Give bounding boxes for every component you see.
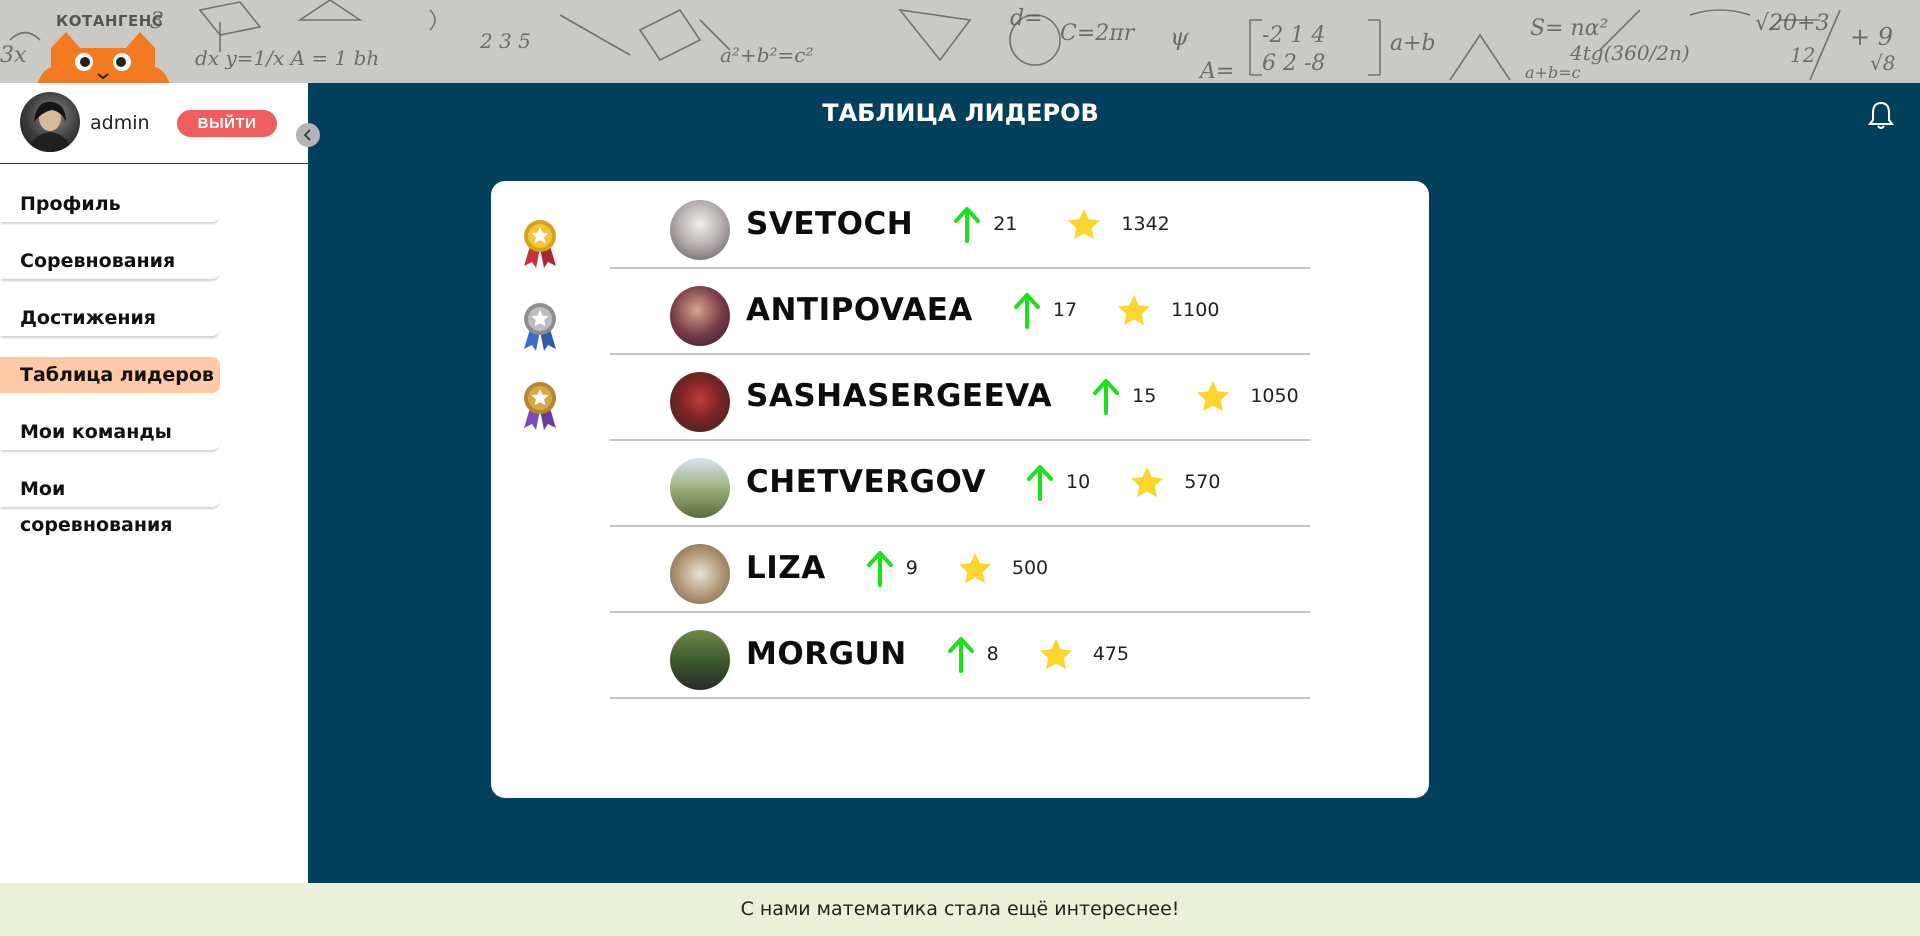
leaderboard-row[interactable]: ANTIPOVAEA 17 1100 (610, 267, 1310, 355)
player-stars: 1342 (1121, 213, 1170, 235)
player-stars: 500 (1011, 557, 1049, 579)
arrow-up-icon (953, 205, 981, 243)
sidebar-item-my-competitions[interactable]: Мои соревнования (0, 471, 220, 536)
math-doodles-background: 3x 3 dx y=1/x A = 1 bh 2 3 5 a²+b²=c² d=… (0, 0, 1895, 83)
avatar[interactable] (20, 92, 80, 152)
player-name: SASHASERGEEVA (746, 378, 1053, 414)
svg-text:√20+3: √20+3 (1755, 11, 1829, 36)
player-level: 10 (1066, 471, 1091, 493)
sidebar-item-profile[interactable]: Профиль (0, 186, 220, 222)
player-name: MORGUN (746, 636, 907, 672)
svg-text:6 2 -8: 6 2 -8 (1262, 51, 1325, 76)
svg-text:+ 9: + 9 (1850, 23, 1893, 51)
star-icon (1039, 638, 1073, 670)
sidebar-collapse-button[interactable] (296, 123, 320, 147)
leaderboard-row[interactable]: SASHASERGEEVA 15 1050 (610, 353, 1310, 441)
brand-name: КОТАНГЕНС (56, 12, 164, 30)
svg-text:a²+b²=c²: a²+b²=c² (720, 43, 814, 67)
footer-tagline: С нами математика стала ещё интереснее! (0, 883, 1920, 936)
chevron-left-icon (303, 129, 311, 141)
arrow-up-icon (1013, 291, 1041, 329)
star-icon (1117, 294, 1151, 326)
leaderboard-row[interactable]: MORGUN 8 475 (610, 611, 1310, 699)
player-stars: 475 (1092, 643, 1129, 665)
user-avatar-icon (28, 101, 72, 152)
bronze-medal-icon (524, 382, 556, 430)
player-name: LIZA (746, 550, 826, 586)
sidebar-item-my-teams[interactable]: Мои команды (0, 414, 220, 450)
player-name: SVETOCH (746, 206, 914, 242)
svg-text:C=2πr: C=2πr (1060, 21, 1136, 46)
star-icon (1067, 208, 1101, 240)
svg-text:a+b=c: a+b=c (1525, 63, 1581, 82)
sidebar: admin ВЫЙТИ Профиль Соревнования Достиже… (0, 83, 308, 883)
player-level: 15 (1132, 385, 1157, 407)
star-icon (1130, 466, 1164, 498)
avatar (670, 544, 730, 604)
svg-text:a+b: a+b (1390, 31, 1436, 56)
player-level: 21 (993, 213, 1018, 235)
svg-text:√8: √8 (1870, 51, 1895, 75)
logout-button[interactable]: ВЫЙТИ (177, 110, 277, 137)
player-level: 8 (986, 643, 999, 665)
leaderboard-card: SVETOCH 21 1342 ANTIPOVAEA 17 1100 SASHA… (491, 181, 1429, 798)
player-level: 17 (1052, 299, 1078, 321)
arrow-up-icon (947, 635, 975, 673)
svg-text:A=: A= (1198, 59, 1234, 83)
gold-medal-icon (524, 220, 556, 268)
svg-text:d=: d= (1010, 6, 1043, 31)
player-name: CHETVERGOV (746, 464, 987, 500)
username: admin (90, 112, 150, 134)
leaderboard-row[interactable]: LIZA 9 500 (610, 525, 1310, 613)
sidebar-item-leaderboard[interactable]: Таблица лидеров (0, 357, 220, 393)
arrow-up-icon (1092, 377, 1120, 415)
user-panel: admin ВЫЙТИ (0, 83, 308, 164)
sidebar-item-competitions[interactable]: Соревнования (0, 243, 220, 279)
sidebar-menu: Профиль Соревнования Достижения Таблица … (0, 186, 220, 536)
avatar (670, 372, 730, 432)
player-stars: 1050 (1250, 385, 1299, 407)
star-icon (958, 552, 992, 584)
header-banner: 3x 3 dx y=1/x A = 1 bh 2 3 5 a²+b²=c² d=… (0, 0, 1920, 83)
avatar (670, 630, 730, 690)
player-stars: 570 (1184, 471, 1221, 493)
star-icon (1196, 380, 1230, 412)
player-stars: 1100 (1171, 299, 1220, 321)
player-level: 9 (905, 557, 918, 579)
arrow-up-icon (866, 549, 894, 587)
svg-text:2 3 5: 2 3 5 (479, 29, 531, 53)
bell-icon[interactable] (1868, 100, 1894, 130)
svg-text:dx y=1/x A = 1 bh: dx y=1/x A = 1 bh (195, 46, 379, 70)
avatar (670, 200, 730, 260)
svg-text:ψ: ψ (1170, 23, 1190, 51)
cat-logo-icon[interactable] (36, 30, 171, 83)
svg-text:4tg(360/2n): 4tg(360/2n) (1569, 41, 1690, 65)
svg-text:12: 12 (1790, 43, 1815, 67)
svg-text:3x: 3x (0, 43, 27, 68)
leaderboard-row[interactable]: SVETOCH 21 1342 (610, 181, 1310, 269)
svg-text:S= nα²: S= nα² (1530, 16, 1608, 41)
svg-text:-2 1 4: -2 1 4 (1262, 23, 1325, 48)
arrow-up-icon (1026, 463, 1054, 501)
sidebar-item-achievements[interactable]: Достижения (0, 300, 220, 336)
leaderboard-row[interactable]: CHETVERGOV 10 570 (610, 439, 1310, 527)
avatar (670, 458, 730, 518)
page-title: ТАБЛИЦА ЛИДЕРОВ (822, 99, 1099, 127)
avatar (670, 286, 730, 346)
main-content: ТАБЛИЦА ЛИДЕРОВ SVETOCH 21 1342 ANTIPOVA… (308, 83, 1920, 883)
silver-medal-icon (524, 303, 556, 351)
player-name: ANTIPOVAEA (746, 292, 973, 328)
